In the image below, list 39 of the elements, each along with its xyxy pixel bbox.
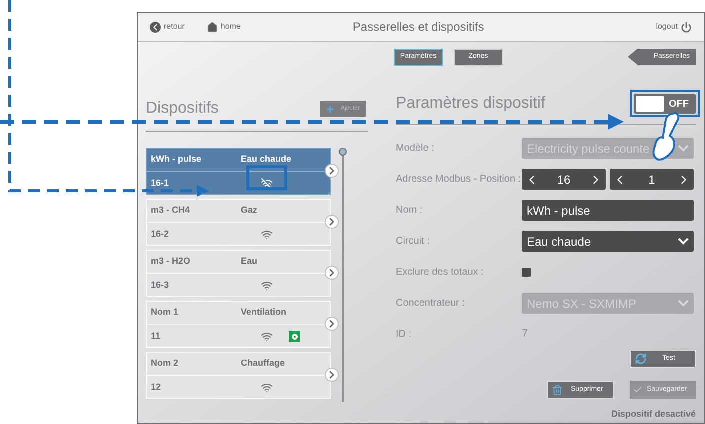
- home-button[interactable]: home: [206, 21, 241, 33]
- field-label: Adresse Modbus - Position :: [396, 173, 522, 187]
- field-label: Circuit :: [396, 235, 431, 249]
- logout-button[interactable]: logout: [656, 21, 692, 33]
- section-title: Dispositifs: [146, 99, 219, 119]
- dropdown[interactable]: Eau chaude: [522, 231, 694, 252]
- field-label: Concentrateur :: [396, 297, 466, 311]
- toggle-switch[interactable]: OFF: [634, 94, 696, 114]
- device-address: 16-2: [150, 228, 170, 241]
- field-label: ID :: [396, 328, 413, 342]
- device-card[interactable]: Nom 2 Chauffage 12: [146, 352, 331, 399]
- device-address: 11: [150, 330, 162, 343]
- device-name: m3 - CH4: [150, 204, 192, 218]
- device-type: Ventilation: [240, 306, 288, 320]
- device-type: Chauffage: [240, 357, 286, 370]
- field-label: Nom :: [396, 204, 424, 218]
- device-name: kWh - pulse: [150, 153, 203, 166]
- section-title: Paramètres dispositif: [396, 94, 546, 114]
- number-stepper[interactable]: 16: [522, 169, 606, 190]
- back-button[interactable]: retour: [150, 21, 185, 33]
- window-title: Passerelles et dispositifs: [352, 19, 486, 36]
- device-address: 16-3: [150, 278, 170, 292]
- device-card[interactable]: m3 - H2O Eau 16-3: [146, 250, 331, 297]
- device-name: Nom 1: [150, 306, 180, 320]
- name-field[interactable]: kWh - pulse: [522, 200, 694, 221]
- device-name: Nom 2: [150, 357, 180, 370]
- device-type: Eau chaude: [240, 153, 293, 166]
- device-card[interactable]: Nom 1 Ventilation 11: [146, 301, 331, 348]
- field-label: Modèle :: [396, 142, 436, 156]
- field-label: Exclure des totaux :: [396, 266, 485, 280]
- status-text: Dispositif desactivé: [611, 408, 696, 421]
- device-name: m3 - H2O: [150, 255, 192, 268]
- device-address: 16-1: [150, 176, 170, 190]
- device-type: Gaz: [240, 204, 259, 218]
- device-type: Eau: [240, 255, 259, 268]
- id-value: 7: [522, 327, 528, 342]
- device-card[interactable]: kWh - pulse Eau chaude 16-1: [146, 148, 331, 195]
- device-address: 12: [150, 380, 162, 394]
- number-stepper[interactable]: 1: [610, 169, 694, 190]
